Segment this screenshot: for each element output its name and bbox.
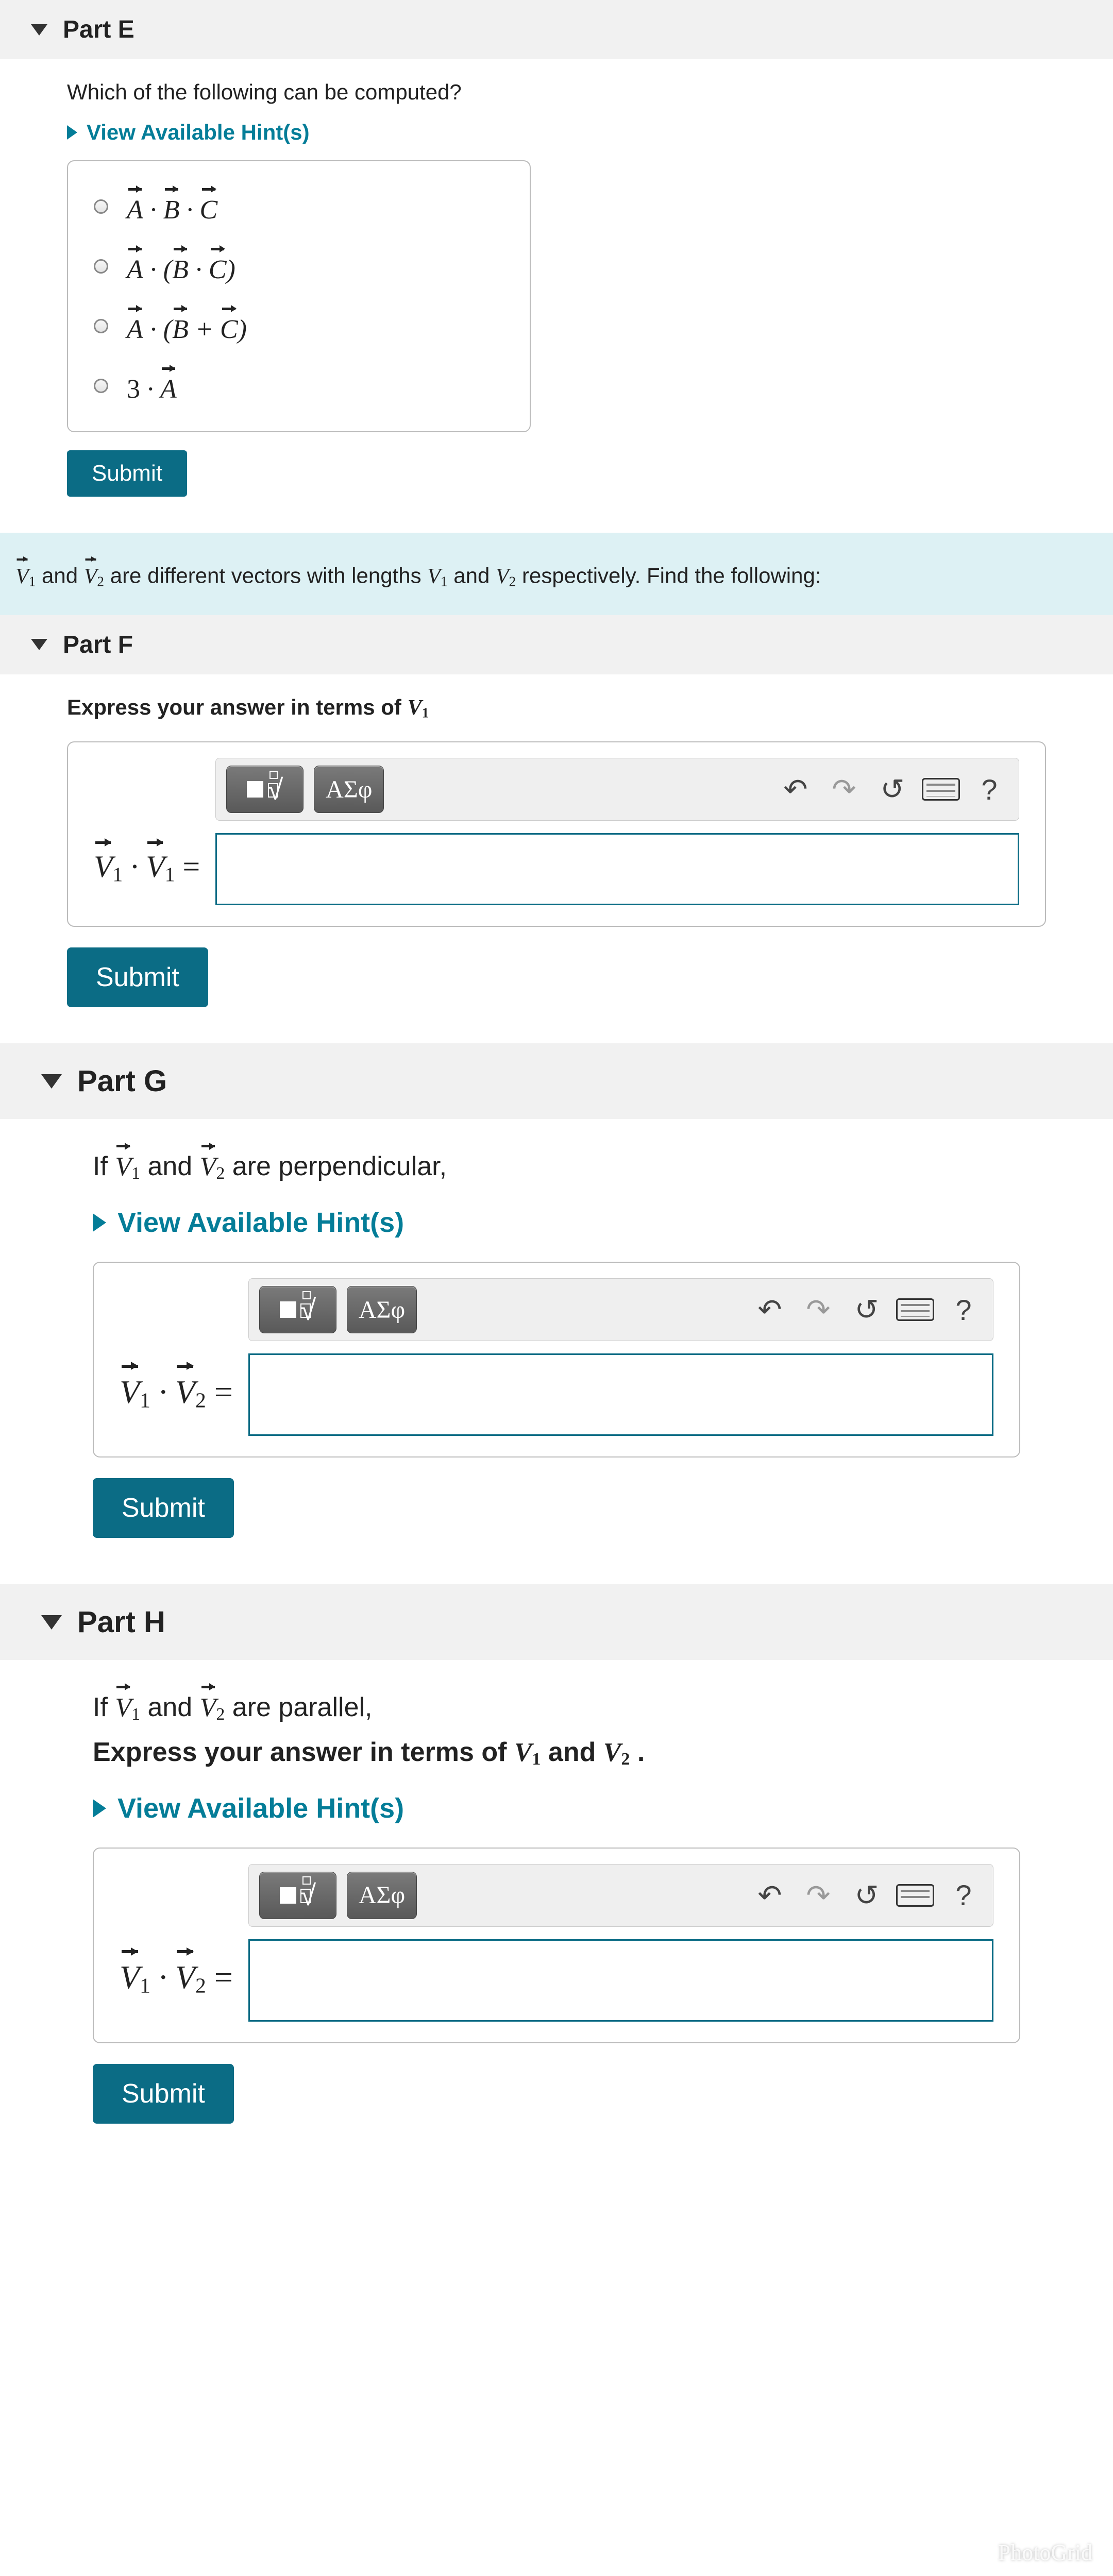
- prompt-pre: Express your answer in terms of: [67, 695, 408, 719]
- undo-icon[interactable]: ↶: [751, 1291, 789, 1329]
- submit-button[interactable]: Submit: [67, 947, 208, 1007]
- radio-icon[interactable]: [94, 259, 108, 274]
- radio-icon[interactable]: [94, 319, 108, 333]
- submit-button[interactable]: Submit: [67, 450, 187, 497]
- option-b[interactable]: A · (B · C): [94, 236, 504, 296]
- hints-label: View Available Hint(s): [117, 1207, 404, 1239]
- help-icon[interactable]: ?: [945, 1291, 983, 1329]
- chevron-down-icon: [31, 24, 47, 36]
- help-icon[interactable]: ?: [945, 1876, 983, 1914]
- option-c[interactable]: A · (B + C): [94, 296, 504, 356]
- part-e-question: Which of the following can be computed?: [67, 80, 1046, 105]
- part-h-prompt1: If V1 and V2 are parallel,: [93, 1686, 1020, 1724]
- option-c-label: A · (B + C): [127, 308, 247, 345]
- option-a[interactable]: A · B · C: [94, 177, 504, 236]
- answer-lhs: V1 · V2 =: [120, 1365, 233, 1436]
- answer-lhs: V1 · V2 =: [120, 1950, 233, 2021]
- option-a-label: A · B · C: [127, 188, 217, 225]
- redo-icon[interactable]: ↷: [799, 1291, 837, 1329]
- chevron-down-icon: [41, 1074, 62, 1089]
- part-f-prompt: Express your answer in terms of V1: [67, 695, 1046, 721]
- option-d[interactable]: 3 · A: [94, 356, 504, 416]
- reset-icon[interactable]: ↺: [873, 770, 912, 808]
- view-hints-link[interactable]: View Available Hint(s): [93, 1792, 1020, 1824]
- view-hints-link[interactable]: View Available Hint(s): [93, 1207, 1020, 1239]
- option-b-label: A · (B · C): [127, 248, 235, 285]
- part-e-title: Part E: [63, 15, 134, 44]
- view-hints-link[interactable]: View Available Hint(s): [67, 120, 1046, 145]
- part-g-title: Part G: [77, 1064, 167, 1098]
- part-g-body: If V1 and V2 are perpendicular, View Ava…: [0, 1119, 1113, 1584]
- answer-input[interactable]: [248, 1939, 993, 2022]
- part-e-header[interactable]: Part E: [0, 0, 1113, 59]
- answer-input[interactable]: [215, 833, 1019, 905]
- keyboard-icon[interactable]: [922, 770, 960, 808]
- part-e-body: Which of the following can be computed? …: [0, 59, 1113, 533]
- undo-icon[interactable]: ↶: [751, 1876, 789, 1914]
- reset-icon[interactable]: ↺: [848, 1291, 886, 1329]
- templates-button[interactable]: √: [259, 1286, 336, 1333]
- info-bar: V1 and V2 are different vectors with len…: [0, 533, 1113, 615]
- part-h-header[interactable]: Part H: [0, 1584, 1113, 1660]
- chevron-right-icon: [93, 1799, 106, 1818]
- options-group: A · B · C A · (B · C) A · (B + C) 3 · A: [67, 160, 531, 432]
- part-g-header[interactable]: Part G: [0, 1043, 1113, 1119]
- math-toolbar: √ ΑΣφ ↶ ↷ ↺ ?: [215, 758, 1019, 821]
- greek-button[interactable]: ΑΣφ: [347, 1286, 417, 1333]
- answer-box: V1 · V1 = √ ΑΣφ ↶ ↷ ↺ ?: [67, 741, 1046, 927]
- part-h-body: If V1 and V2 are parallel, Express your …: [0, 1660, 1113, 2170]
- math-toolbar: √ ΑΣφ ↶ ↷ ↺ ?: [248, 1278, 993, 1341]
- redo-icon[interactable]: ↷: [825, 770, 863, 808]
- prompt2-post: .: [630, 1737, 645, 1767]
- help-icon[interactable]: ?: [970, 770, 1008, 808]
- keyboard-icon[interactable]: [896, 1291, 934, 1329]
- prompt2-pre: Express your answer in terms of: [93, 1737, 514, 1767]
- prompt2-mid: and: [541, 1737, 603, 1767]
- templates-button[interactable]: √: [259, 1872, 336, 1919]
- chevron-right-icon: [93, 1213, 106, 1232]
- reset-icon[interactable]: ↺: [848, 1876, 886, 1914]
- part-h-prompt2: Express your answer in terms of V1 and V…: [93, 1737, 1020, 1769]
- part-h-title: Part H: [77, 1605, 165, 1639]
- submit-button[interactable]: Submit: [93, 2064, 234, 2124]
- hints-label: View Available Hint(s): [117, 1792, 404, 1824]
- watermark: PhotoGrid: [998, 2539, 1092, 2566]
- greek-button[interactable]: ΑΣφ: [314, 766, 384, 813]
- submit-button[interactable]: Submit: [93, 1478, 234, 1538]
- answer-input[interactable]: [248, 1353, 993, 1436]
- answer-box: V1 · V2 = √ ΑΣφ ↶ ↷ ↺ ?: [93, 1848, 1020, 2043]
- redo-icon[interactable]: ↷: [799, 1876, 837, 1914]
- part-g-prompt: If V1 and V2 are perpendicular,: [93, 1145, 1020, 1183]
- greek-button[interactable]: ΑΣφ: [347, 1872, 417, 1919]
- keyboard-icon[interactable]: [896, 1876, 934, 1914]
- part-f-body: Express your answer in terms of V1 V1 · …: [0, 674, 1113, 1043]
- part-f-header[interactable]: Part F: [0, 615, 1113, 674]
- radio-icon[interactable]: [94, 199, 108, 214]
- undo-icon[interactable]: ↶: [777, 770, 815, 808]
- hints-label: View Available Hint(s): [87, 120, 310, 145]
- chevron-down-icon: [31, 639, 47, 650]
- option-d-label: 3 · A: [127, 367, 177, 404]
- chevron-right-icon: [67, 125, 77, 140]
- radio-icon[interactable]: [94, 379, 108, 393]
- answer-box: V1 · V2 = √ ΑΣφ ↶ ↷ ↺ ?: [93, 1262, 1020, 1458]
- part-f-title: Part F: [63, 631, 133, 659]
- templates-button[interactable]: √: [226, 766, 303, 813]
- chevron-down-icon: [41, 1615, 62, 1630]
- math-toolbar: √ ΑΣφ ↶ ↷ ↺ ?: [248, 1864, 993, 1927]
- answer-lhs: V1 · V1 =: [94, 841, 200, 906]
